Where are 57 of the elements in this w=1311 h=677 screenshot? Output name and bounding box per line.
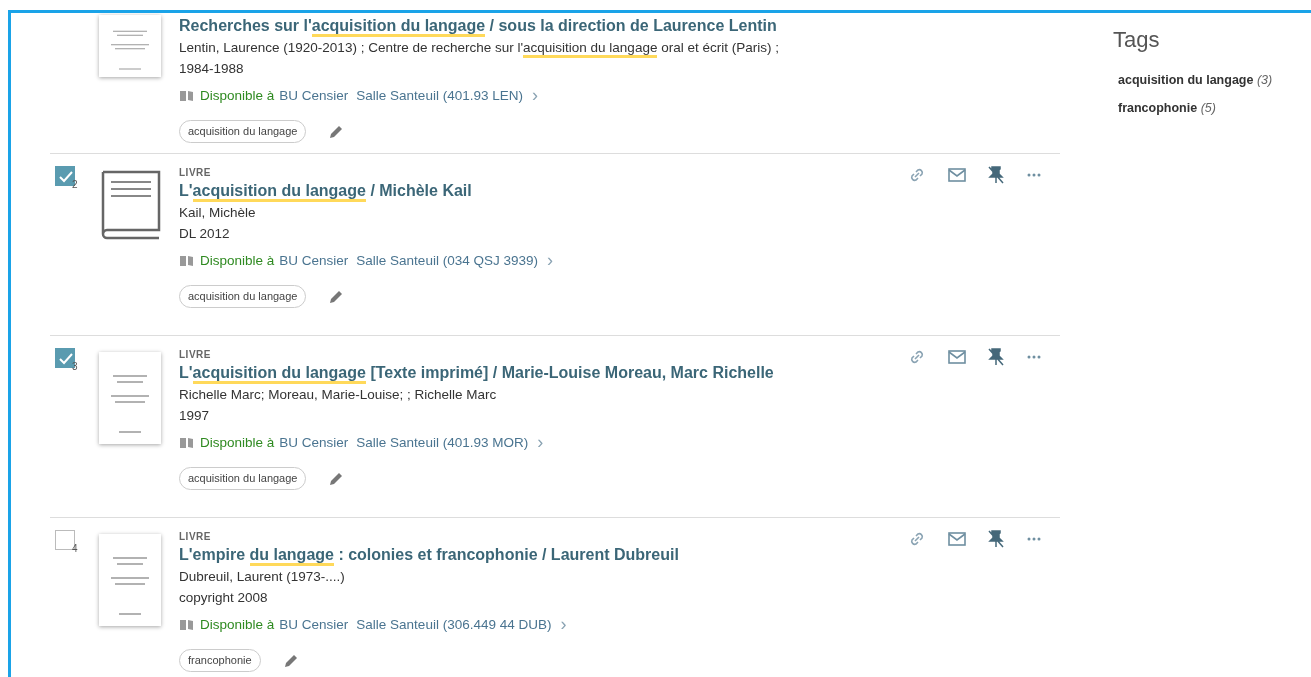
record-author: Richelle Marc; Moreau, Marie-Louise; ; Richelle Marc xyxy=(179,386,497,404)
link-icon[interactable] xyxy=(908,530,926,548)
result-number: 3 xyxy=(72,361,78,372)
record-type: LIVRE xyxy=(179,530,211,544)
pin-off-icon[interactable] xyxy=(988,530,1004,548)
pin-off-icon[interactable] xyxy=(988,166,1004,184)
availability-status: Disponible à xyxy=(200,87,275,105)
record-title-link[interactable]: L'acquisition du langage [Texte imprimé] / Marie-Louise Moreau, Marc Richelle xyxy=(179,362,774,384)
mail-icon[interactable] xyxy=(948,349,966,365)
book-open-icon xyxy=(179,436,195,449)
library-name: BU Censier xyxy=(279,87,349,105)
record-author: Kail, Michèle xyxy=(179,204,256,222)
record-title-link[interactable]: L'empire du langage : colonies et francophonie / Laurent Dubreuil xyxy=(179,544,679,566)
pencil-icon[interactable] xyxy=(328,123,345,140)
location-link[interactable]: Salle Santeuil (401.93 LEN) xyxy=(356,85,523,106)
record-title-link[interactable]: Recherches sur l'acquisition du langage / sous la direction de Laurence Lentin xyxy=(179,15,777,37)
record-date: DL 2012 xyxy=(179,225,230,243)
record-date: 1984-1988 xyxy=(179,60,244,78)
record-author: Lentin, Laurence (1920-2013) ; Centre de recherche sur l'acquisition du langage oral et écrit (Paris) ; xyxy=(179,37,779,58)
book-open-icon xyxy=(179,254,195,267)
tag-filter-link[interactable]: acquisition du langage (3) xyxy=(1118,73,1273,87)
record-type: LIVRE xyxy=(179,166,211,180)
pencil-icon[interactable] xyxy=(282,652,299,669)
availability-status: Disponible à xyxy=(200,252,275,270)
more-icon[interactable] xyxy=(1026,172,1042,178)
result-number: 4 xyxy=(72,543,78,554)
mail-icon[interactable] xyxy=(948,167,966,183)
pencil-icon[interactable] xyxy=(328,470,345,487)
link-icon[interactable] xyxy=(908,348,926,366)
checkbox[interactable] xyxy=(55,348,75,368)
availability-status: Disponible à xyxy=(200,616,275,634)
record-type: LIVRE xyxy=(179,348,211,362)
checkbox[interactable] xyxy=(55,166,75,186)
record-date: copyright 2008 xyxy=(179,589,268,607)
book-open-icon xyxy=(179,618,195,631)
tag-filter-link[interactable]: francophonie (5) xyxy=(1118,101,1273,115)
link-icon[interactable] xyxy=(908,166,926,184)
book-icon xyxy=(99,170,161,240)
record-title-link[interactable]: L'acquisition du langage / Michèle Kail xyxy=(179,180,472,202)
location-link[interactable]: Salle Santeuil (034 QSJ 3939) xyxy=(356,250,538,271)
record-author: Dubreuil, Laurent (1973-....) xyxy=(179,568,345,586)
book-open-icon xyxy=(179,89,195,102)
more-icon[interactable] xyxy=(1026,536,1042,542)
library-name: BU Censier xyxy=(279,434,349,452)
mail-icon[interactable] xyxy=(948,531,966,547)
sidebar-title: Tags xyxy=(1113,27,1161,53)
more-icon[interactable] xyxy=(1026,354,1042,360)
location-link[interactable]: Salle Santeuil (401.93 MOR) xyxy=(356,432,529,453)
book-cover-drawing xyxy=(99,15,161,77)
pin-off-icon[interactable] xyxy=(988,348,1004,366)
library-name: BU Censier xyxy=(279,616,349,634)
availability-status: Disponible à xyxy=(200,434,275,452)
location-link[interactable]: Salle Santeuil (306.449 44 DUB) xyxy=(356,614,552,635)
library-name: BU Censier xyxy=(279,252,349,270)
pencil-icon[interactable] xyxy=(328,288,345,305)
record-date: 1997 xyxy=(179,407,210,425)
result-number: 2 xyxy=(72,179,78,190)
